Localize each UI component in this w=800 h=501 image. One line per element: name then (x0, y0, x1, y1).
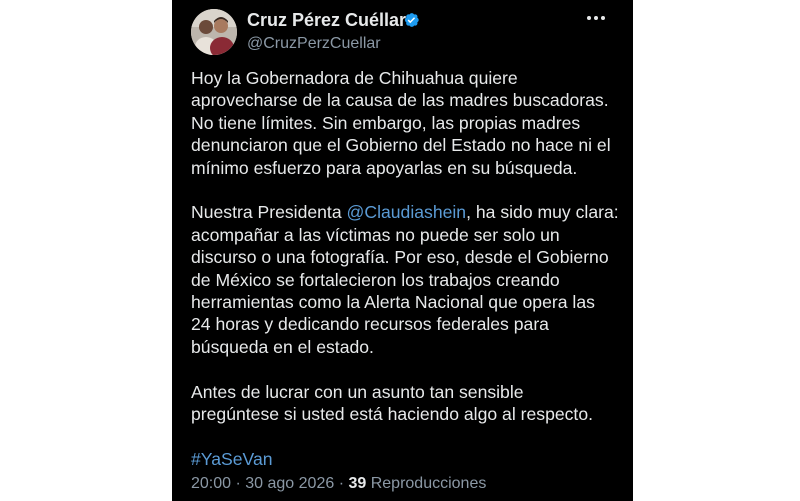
tweet-date[interactable]: 30 ago 2026 (245, 475, 334, 492)
verified-badge-icon (404, 13, 419, 27)
tweet-paragraph-3: Antes de lucrar con un asunto tan sensib… (191, 381, 593, 425)
tweet-card: Cruz Pérez Cuéllar @CruzPerzCuellar Hoy … (172, 0, 633, 501)
author-handle[interactable]: @CruzPerzCuellar (247, 35, 381, 53)
avatar[interactable] (191, 9, 237, 55)
tweet-text: Hoy la Gobernadora de Chihuahua quiere a… (191, 67, 627, 470)
tweet-paragraph-1: Hoy la Gobernadora de Chihuahua quiere a… (191, 68, 611, 178)
screenshot-stage: Cruz Pérez Cuéllar @CruzPerzCuellar Hoy … (0, 0, 800, 501)
tweet-paragraph-2: Nuestra Presidenta @Claudiashein, ha sid… (191, 201, 627, 358)
tweet-paragraph-2-start: Nuestra Presidenta (191, 202, 347, 223)
tweet-paragraph-2-end: , ha sido muy clara: acompañar a las víc… (191, 202, 619, 357)
meta-separator: · (231, 475, 246, 492)
tweet-time[interactable]: 20:00 (191, 475, 231, 492)
tweet-metadata: 20:00 · 30 ago 2026 · 39 Reproducciones (191, 475, 486, 493)
mention-link[interactable]: @Claudiashein (347, 202, 467, 222)
profile-photo-icon (191, 9, 237, 55)
author-display-name[interactable]: Cruz Pérez Cuéllar (247, 10, 406, 31)
more-options-icon[interactable] (585, 10, 607, 26)
meta-separator-2: · (334, 475, 349, 492)
views-count: 39 (348, 475, 367, 492)
views-label: Reproducciones (366, 475, 487, 492)
hashtag-link[interactable]: #YaSeVan (191, 449, 273, 469)
